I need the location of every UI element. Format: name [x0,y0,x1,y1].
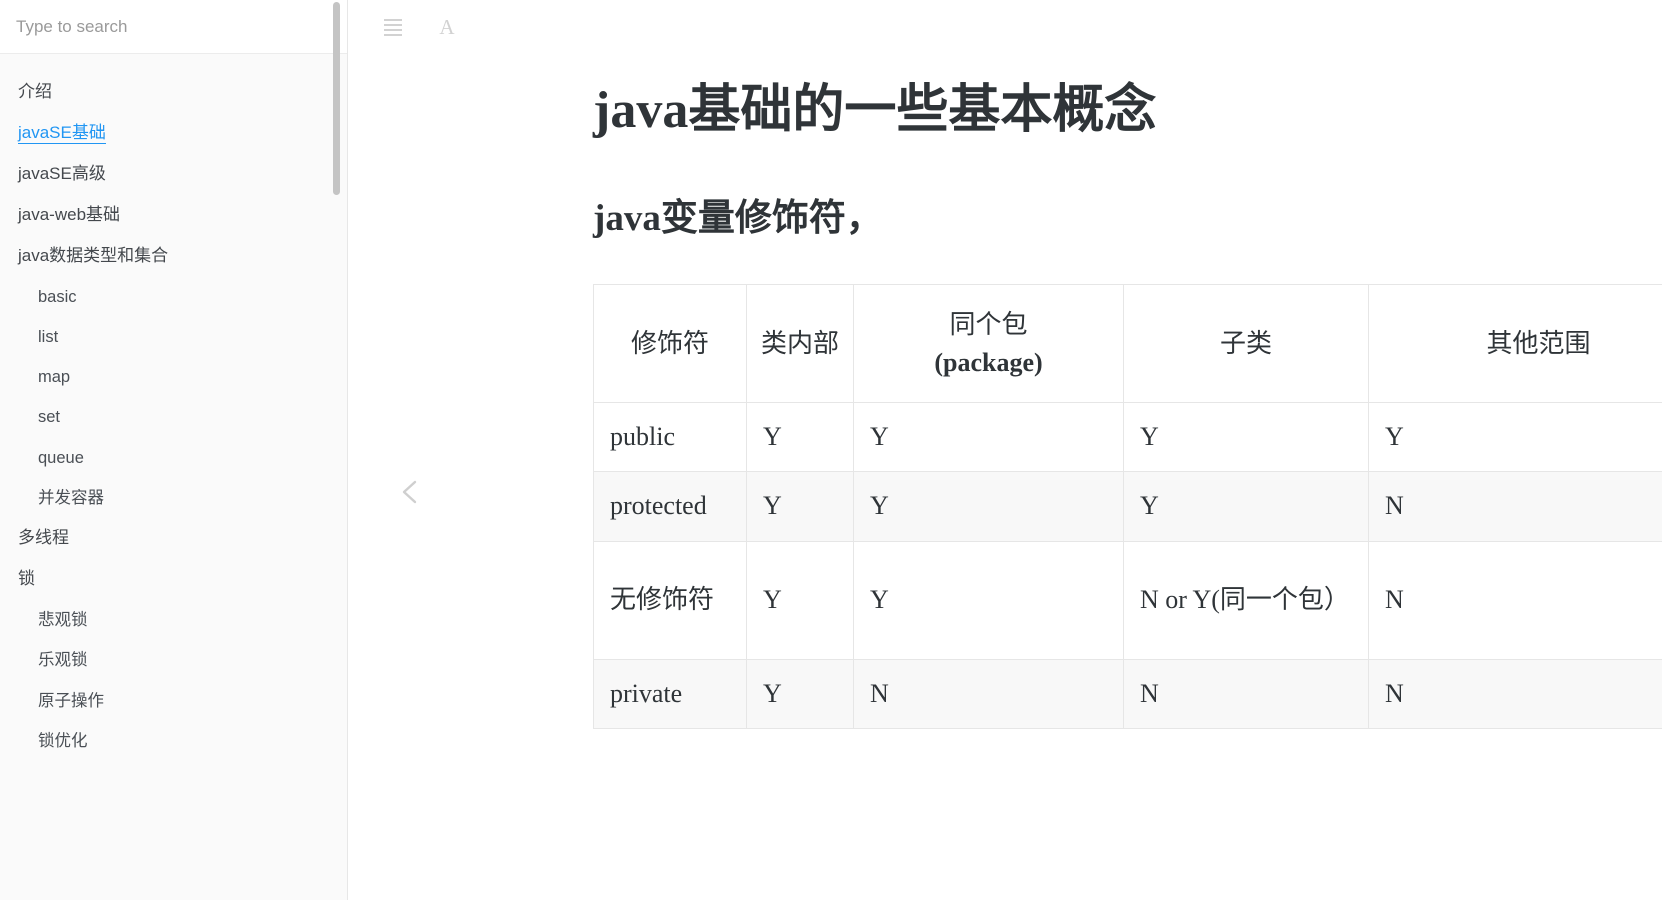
sidebar-item-label: map [38,368,71,387]
table-cell-1-0: protected [593,471,747,542]
access-modifier-table: 修饰符 类内部 同个包 (package) 子类 其他范围 public Y Y Y Yprote… [593,284,1662,729]
sidebar-item-label: 原子操作 [38,691,104,710]
search-input[interactable] [0,16,347,37]
sidebar-item-16[interactable]: 锁优化 [0,721,347,761]
header-text: 同个包 [949,309,1028,339]
table-cell-0-1: Y [746,402,854,473]
sidebar-item-2[interactable]: javaSE高级 [0,154,347,195]
sidebar-item-label: 介绍 [18,82,52,101]
search-bar [0,0,347,54]
sidebar-collapse-button[interactable] [400,478,420,506]
sidebar-nav: 介绍 javaSE基础 javaSE高级 java-web基础 java数据类型和集合 b… [0,54,347,761]
table-header-cell-1: 类内部 [746,284,854,404]
table-head: 修饰符 类内部 同个包 (package) 子类 其他范围 [593,284,1662,404]
sidebar-item-15[interactable]: 原子操作 [0,681,347,721]
sidebar-scrollbar-track[interactable] [333,0,340,900]
table-row: public Y Y Y Y [593,402,1662,473]
table-header-cell-3: 子类 [1123,284,1369,404]
table-cell-3-0: private [593,658,747,729]
menu-toggle-button[interactable] [381,15,405,39]
section-heading: java变量修饰符， [593,198,883,239]
table-cell-3-1: Y [746,658,854,729]
sidebar-item-14[interactable]: 乐观锁 [0,640,347,680]
table-cell-0-2: Y [853,402,1124,473]
table-cell-2-4: N [1368,540,1662,660]
page-title: java基础的一些基本概念 [593,82,1157,139]
table-cell-3-4: N [1368,658,1662,729]
sidebar-item-11[interactable]: 多线程 [0,518,347,559]
table-cell-1-1: Y [746,471,854,542]
table-cell-3-2: N [853,658,1124,729]
sidebar-item-label: java-web基础 [18,204,121,224]
sidebar-item-9[interactable]: queue [0,438,347,478]
sidebar: 介绍 javaSE基础 javaSE高级 java-web基础 java数据类型和集合 b… [0,0,348,900]
table-row: 无修饰符 Y Y N or Y(同一个包） N [593,540,1662,660]
table-header-cell-0: 修饰符 [593,284,747,404]
sidebar-item-label: set [38,408,61,427]
table-body: public Y Y Y Yprotected Y Y Y N 无修饰符 Y Y N or Y(同一个包… [593,402,1662,729]
table-cell-1-4: N [1368,471,1662,542]
sidebar-item-7[interactable]: map [0,357,347,397]
sidebar-item-label: 多线程 [18,528,69,548]
table-cell-0-4: Y [1368,402,1662,473]
sidebar-item-8[interactable]: set [0,397,347,437]
table-cell-0-3: Y [1123,402,1369,473]
table-cell-2-3: N or Y(同一个包） [1123,540,1369,660]
table-header-cell-4: 其他范围 [1368,284,1662,404]
hamburger-icon [384,18,402,36]
sidebar-item-4[interactable]: java数据类型和集合 [0,236,347,277]
table-cell-2-0: 无修饰符 [593,540,747,660]
sidebar-scrollbar-thumb[interactable] [333,2,340,195]
sidebar-item-5[interactable]: basic [0,277,347,317]
header-bold-text: (package) [934,347,1043,377]
sidebar-item-10[interactable]: 并发容器 [0,478,347,518]
table-header-row: 修饰符 类内部 同个包 (package) 子类 其他范围 [593,284,1662,404]
sidebar-item-label: 并发容器 [38,489,104,508]
sidebar-item-label: list [38,327,59,346]
chevron-left-icon [402,480,417,504]
table-row: protected Y Y Y N [593,471,1662,542]
content-area: A java基础的一些基本概念 java变量修饰符， 修饰符 类内部 同个包 (pac… [348,0,1662,900]
sidebar-item-13[interactable]: 悲观锁 [0,600,347,640]
table-cell-0-0: public [593,402,747,473]
table-row: private Y N N N [593,658,1662,729]
table-cell-1-3: Y [1123,471,1369,542]
table-cell-2-1: Y [746,540,854,660]
sidebar-item-label: 锁 [18,569,35,589]
toolbar: A [348,0,459,54]
sidebar-item-label: 悲观锁 [38,611,88,630]
sidebar-item-label: basic [38,287,77,306]
sidebar-item-label: java数据类型和集合 [18,245,169,265]
sidebar-item-label: 锁优化 [38,731,88,750]
table-header-cell-2: 同个包 (package) [853,284,1124,404]
table-cell-2-2: Y [853,540,1124,660]
document-body: java基础的一些基本概念 java变量修饰符， 修饰符 类内部 同个包 (packa… [593,0,1662,900]
app-root: 介绍 javaSE基础 javaSE高级 java-web基础 java数据类型和集合 b… [0,0,1662,900]
font-size-button[interactable]: A [435,15,459,39]
table-cell-3-3: N [1123,658,1369,729]
font-size-icon: A [439,14,455,39]
sidebar-item-0[interactable]: 介绍 [0,72,347,113]
table-cell-1-2: Y [853,471,1124,542]
sidebar-item-1[interactable]: javaSE基础 [0,113,347,154]
sidebar-item-12[interactable]: 锁 [0,559,347,600]
sidebar-item-label: javaSE基础 [18,122,106,144]
sidebar-item-label: javaSE高级 [18,163,106,183]
sidebar-item-6[interactable]: list [0,317,347,357]
sidebar-item-label: queue [38,448,84,467]
sidebar-item-label: 乐观锁 [38,651,88,670]
sidebar-item-3[interactable]: java-web基础 [0,195,347,236]
